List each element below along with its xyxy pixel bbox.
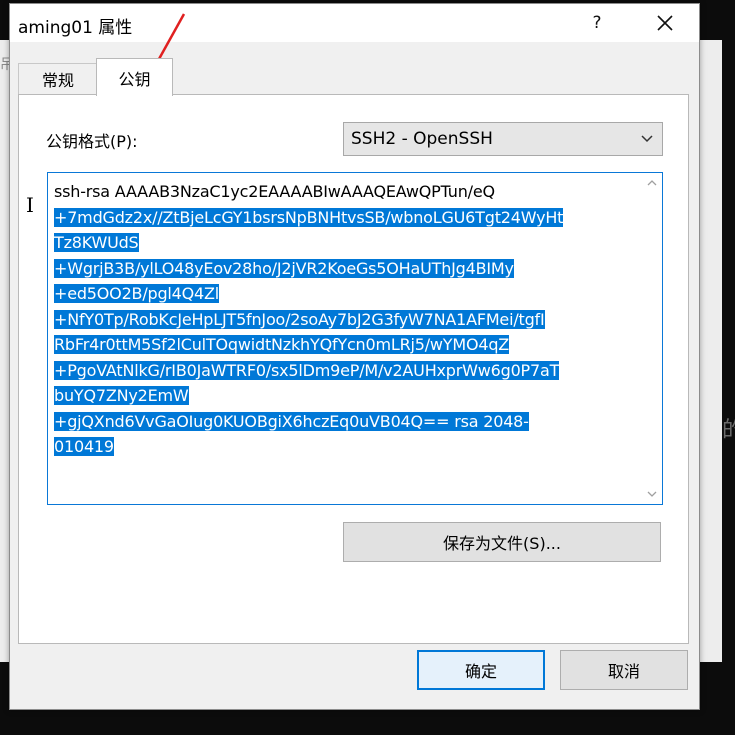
public-key-textarea[interactable]: ssh-rsa AAAAB3NzaC1yc2EAAAABIwAAAQEAwQPT… xyxy=(47,172,663,505)
key-line-unselected: ssh-rsa AAAAB3NzaC1yc2EAAAABIwAAAQEAwQPT… xyxy=(54,182,495,201)
key-format-select[interactable]: SSH2 - OpenSSH xyxy=(343,122,663,156)
key-line: +gjQXnd6VvGaOIug0KUOBgiX6hczEq0uVB04Q== … xyxy=(54,411,529,431)
key-line: +WgrjB3B/ylLO48yEov28ho/J2jVR2KoeGs5OHaU… xyxy=(54,258,514,278)
ok-button[interactable]: 确定 xyxy=(417,650,545,690)
properties-dialog: aming01 属性 ? 常规 公钥 公钥格式(P): SSH2 - OpenS… xyxy=(9,3,700,710)
chevron-down-icon xyxy=(641,135,653,143)
tab-general[interactable]: 常规 xyxy=(18,63,98,94)
key-line: +NfY0Tp/RobKcJeHpLJT5fnJoo/2soAy7bJ2G3fy… xyxy=(54,309,545,329)
scroll-down-icon[interactable] xyxy=(647,490,657,498)
key-format-label: 公钥格式(P): xyxy=(46,132,138,151)
key-line: +PgoVAtNlkG/rIB0JaWTRF0/sx5lDm9eP/M/v2AU… xyxy=(54,360,560,380)
close-icon xyxy=(657,15,673,31)
vertical-scrollbar[interactable] xyxy=(642,173,662,504)
close-button[interactable] xyxy=(642,4,688,42)
save-to-file-button[interactable]: 保存为文件(S)... xyxy=(343,522,661,562)
help-button[interactable]: ? xyxy=(574,4,620,42)
key-line: +7mdGdz2x//ZtBjeLcGY1bsrsNpBNHtvsSB/wbno… xyxy=(54,207,564,227)
text-cursor-icon: I xyxy=(26,193,34,217)
key-line: buYQ7ZNy2EmW xyxy=(54,386,189,405)
key-line: RbFr4r0ttM5Sf2lCulTOqwidtNzkhYQfYcn0mLRj… xyxy=(54,335,510,354)
key-line: Tz8KWUdS xyxy=(54,233,139,252)
key-format-value: SSH2 - OpenSSH xyxy=(351,129,493,149)
title-bar[interactable]: aming01 属性 ? xyxy=(10,4,699,42)
tab-public-key[interactable]: 公钥 xyxy=(96,58,173,96)
scroll-up-icon[interactable] xyxy=(647,179,657,187)
window-title: aming01 属性 xyxy=(18,18,133,38)
key-line: +ed5OO2B/pgl4Q4Zl xyxy=(54,284,220,303)
key-line: 010419 xyxy=(54,437,114,456)
public-key-text: ssh-rsa AAAAB3NzaC1yc2EAAAABIwAAAQEAwQPT… xyxy=(54,179,634,460)
background-right-text: 的 xyxy=(722,418,735,443)
cancel-button[interactable]: 取消 xyxy=(560,650,688,690)
